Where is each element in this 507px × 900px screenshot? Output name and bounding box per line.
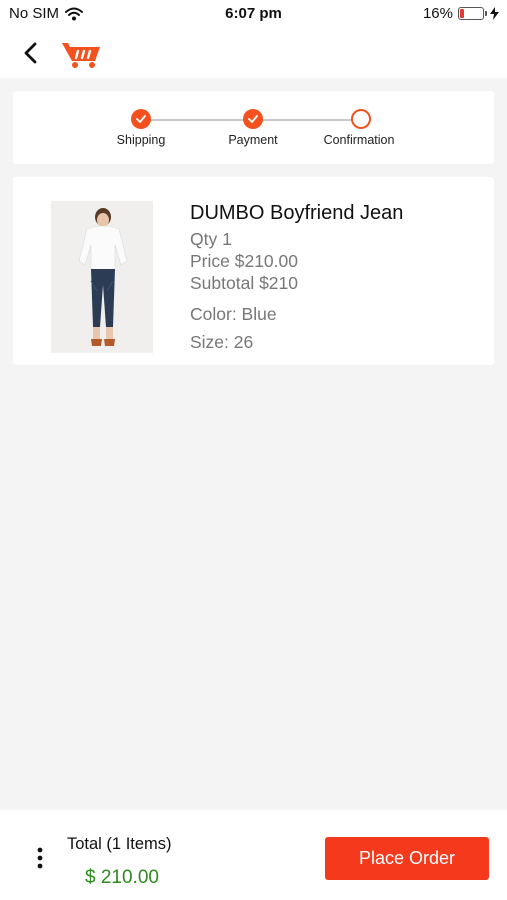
status-bar: No SIM 6:07 pm 16% <box>0 0 507 28</box>
status-right: 16% <box>423 5 499 22</box>
checkout-bottom-bar: Total (1 Items) $ 210.00 Place Order <box>0 810 507 900</box>
step-confirmation-circle-icon <box>351 109 371 129</box>
battery-icon <box>458 7 487 20</box>
step-label-shipping: Shipping <box>116 133 166 147</box>
item-qty: Qty 1 <box>190 229 232 249</box>
step-shipping-check-icon <box>131 109 151 129</box>
more-vertical-icon[interactable] <box>30 846 50 870</box>
charging-bolt-icon <box>490 7 499 20</box>
step-label-payment: Payment <box>228 133 278 147</box>
step-connector <box>151 119 255 121</box>
step-connector <box>263 119 363 121</box>
item-price: Price $210.00 <box>190 251 298 271</box>
item-subtotal: Subtotal $210 <box>190 273 299 293</box>
nav-bar <box>0 28 507 78</box>
step-label-confirmation: Confirmation <box>323 133 395 147</box>
item-size: Size: 26 <box>190 332 254 352</box>
place-order-button[interactable]: Place Order <box>325 837 489 880</box>
item-name[interactable]: DUMBO Boyfriend Jean <box>190 202 490 225</box>
total-label: Total (1 Items) <box>67 835 172 853</box>
cart-item-card: DUMBO Boyfriend Jean Qty 1 Price $210.00… <box>13 177 494 365</box>
item-details: DUMBO Boyfriend Jean Qty 1 Price $210.00… <box>190 202 490 356</box>
step-payment-check-icon <box>243 109 263 129</box>
battery-percent: 16% <box>422 5 453 22</box>
shopping-cart-logo-icon[interactable] <box>60 39 102 69</box>
checkout-progress: Shipping Payment Confirmation <box>13 91 494 164</box>
product-image[interactable] <box>51 201 153 353</box>
total-amount: $ 210.00 <box>85 867 159 888</box>
item-color: Color: Blue <box>190 304 277 324</box>
back-chevron-icon[interactable] <box>18 40 44 66</box>
